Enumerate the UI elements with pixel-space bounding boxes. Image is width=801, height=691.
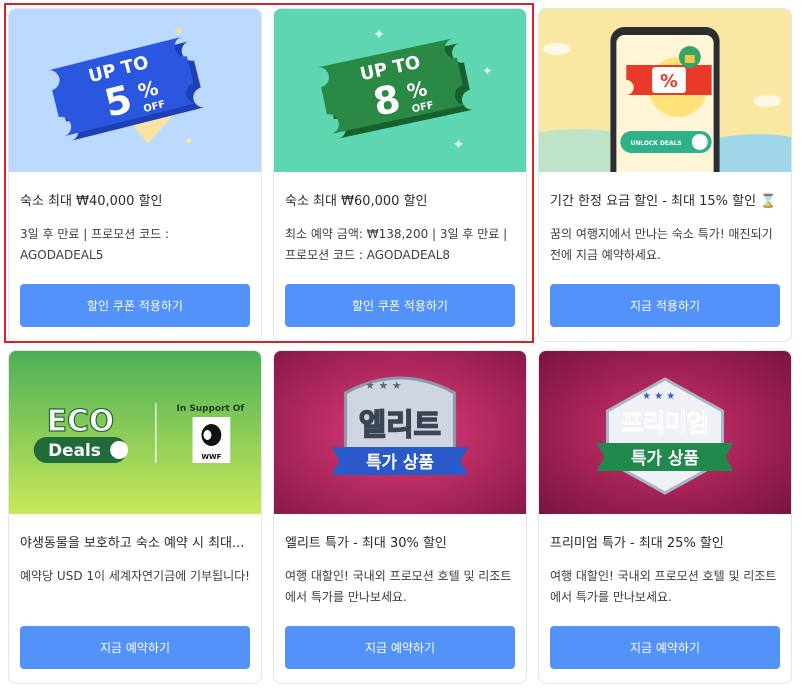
card-title: 숙소 최대 ₩60,000 할인 — [285, 194, 428, 209]
promo-card-premium[interactable]: ★ ★ ★ 프리미엄 특가 상품 프리미엄 특가 - 최대 25% 할인 여행 … — [538, 350, 792, 684]
svg-text:✦: ✦ — [453, 137, 465, 153]
card-description: 꿈의 여행지에서 만나는 숙소 특가! 매진되기 전에 지금 예약하세요. — [550, 227, 773, 262]
svg-text:Deals: Deals — [48, 440, 101, 460]
card-title: 야생동물을 보호하고 숙소 예약 시 최대... — [20, 536, 245, 551]
svg-text:✦: ✦ — [184, 134, 194, 148]
svg-text:✦: ✦ — [482, 64, 492, 78]
svg-text:엘리트: 엘리트 — [359, 408, 441, 443]
card-title: 프리미엄 특가 - 최대 25% 할인 — [550, 536, 724, 551]
apply-now-button[interactable]: 지금 적용하기 — [550, 284, 780, 327]
svg-text:특가 상품: 특가 상품 — [631, 448, 699, 468]
card-description: 여행 대할인! 국내외 프로모션 호텔 및 리조트에서 특가를 만나보세요. — [550, 569, 777, 604]
card-description: 예약당 USD 1이 세계자연기금에 기부됩니다! — [20, 569, 250, 583]
ticket-5-percent-art: UP TO 5 % OFF ✦ ✦ — [9, 9, 261, 172]
card-description: 3일 후 만료 | 프로모션 코드 : AGODADEAL5 — [20, 227, 170, 262]
svg-text:프리미엄: 프리미엄 — [621, 409, 709, 437]
card-description: 여행 대할인! 국내외 프로모션 호텔 및 리조트에서 특가를 만나보세요. — [285, 569, 512, 604]
svg-text:★ ★ ★: ★ ★ ★ — [642, 391, 675, 402]
promo-card-agodadeal8[interactable]: UP TO 8 % OFF ✦ ✦ ✦ 숙소 최대 ₩60,000 할인 최소 … — [273, 8, 527, 342]
promo-card-elite[interactable]: ★ ★ ★ 엘리트 특가 상품 엘리트 특가 - 최대 30% 할인 여행 대할… — [273, 350, 527, 684]
unlock-deals-phone-art: % UNLOCK DEALS — [539, 9, 791, 172]
book-now-button[interactable]: 지금 예약하기 — [20, 626, 250, 669]
svg-text:✦: ✦ — [173, 24, 185, 40]
card-title: 숙소 최대 ₩40,000 할인 — [20, 194, 163, 209]
book-now-button[interactable]: 지금 예약하기 — [285, 626, 515, 669]
svg-text:★ ★ ★: ★ ★ ★ — [365, 379, 401, 392]
apply-coupon-button[interactable]: 할인 쿠폰 적용하기 — [285, 284, 515, 327]
card-title: 기간 한정 요금 할인 - 최대 15% 할인 ⌛ — [550, 194, 777, 209]
svg-text:%: % — [660, 71, 678, 92]
eco-deals-art: ECO Deals In Support Of WWF — [9, 351, 261, 514]
svg-text:UNLOCK DEALS: UNLOCK DEALS — [631, 140, 682, 147]
promo-card-agodadeal5[interactable]: UP TO 5 % OFF ✦ ✦ 숙소 최대 ₩40,000 할인 3일 후 … — [8, 8, 262, 342]
svg-text:In Support Of: In Support Of — [177, 404, 245, 414]
card-title: 엘리트 특가 - 최대 30% 할인 — [285, 536, 447, 551]
svg-text:ECO: ECO — [47, 404, 114, 439]
promo-card-limited-time[interactable]: % UNLOCK DEALS 기간 한정 요금 할인 - 최대 15% 할인 ⌛… — [538, 8, 792, 342]
svg-text:WWF: WWF — [201, 453, 221, 461]
premium-badge-art: ★ ★ ★ 프리미엄 특가 상품 — [539, 351, 791, 514]
svg-text:✦: ✦ — [373, 27, 385, 43]
card-description: 최소 예약 금액: ₩138,200 | 3일 후 만료 | 프로모션 코드 :… — [285, 227, 508, 262]
apply-coupon-button[interactable]: 할인 쿠폰 적용하기 — [20, 284, 250, 327]
book-now-button[interactable]: 지금 예약하기 — [550, 626, 780, 669]
ticket-8-percent-art: UP TO 8 % OFF ✦ ✦ ✦ — [274, 9, 526, 172]
promo-card-eco-deals[interactable]: ECO Deals In Support Of WWF 야생동물을 보호하고 숙… — [8, 350, 262, 684]
elite-badge-art: ★ ★ ★ 엘리트 특가 상품 — [274, 351, 526, 514]
svg-text:특가 상품: 특가 상품 — [366, 452, 434, 472]
